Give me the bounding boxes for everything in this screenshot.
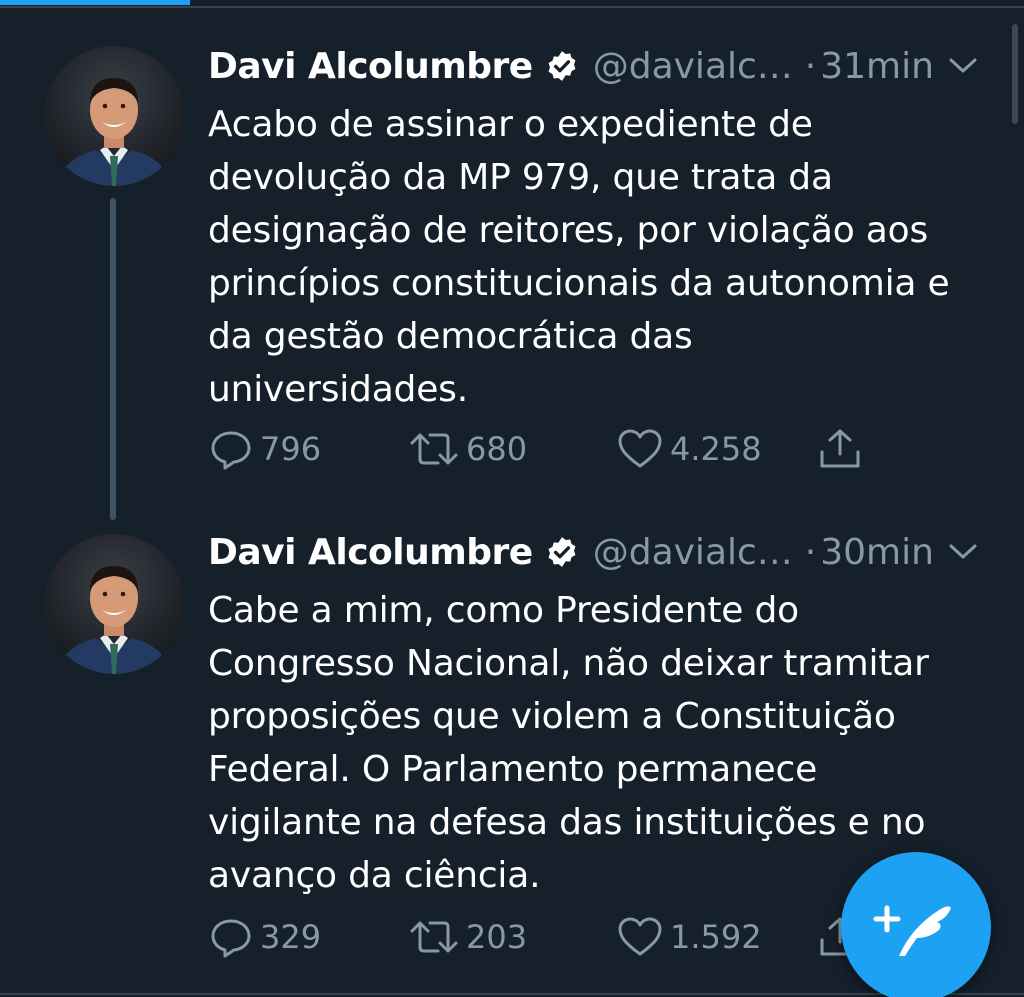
avatar[interactable] bbox=[44, 46, 184, 186]
share-button[interactable] bbox=[816, 424, 864, 474]
verified-badge-icon bbox=[548, 537, 576, 567]
reply-button[interactable]: 329 bbox=[208, 912, 321, 962]
top-divider bbox=[0, 6, 1024, 8]
reply-button[interactable]: 796 bbox=[208, 424, 321, 474]
share-icon bbox=[820, 429, 860, 468]
tweet-actions: 329 203 1.592 bbox=[208, 912, 908, 962]
retweet-button[interactable]: 680 bbox=[408, 424, 527, 474]
portrait-avatar-icon bbox=[44, 46, 184, 186]
author-display-name[interactable]: Davi Alcolumbre bbox=[208, 46, 533, 87]
tweet-actions: 796 680 4.258 bbox=[208, 424, 908, 474]
chevron-down-icon[interactable] bbox=[946, 540, 980, 564]
retweet-icon bbox=[410, 921, 458, 953]
like-count: 4.258 bbox=[670, 430, 762, 468]
heart-icon bbox=[618, 429, 662, 468]
retweet-icon bbox=[410, 433, 458, 465]
avatar[interactable] bbox=[44, 534, 184, 674]
twitter-thread-screen: Davi Alcolumbre @davialc… · 31min Acabo … bbox=[0, 0, 1024, 997]
author-handle[interactable]: @davialc… bbox=[593, 532, 793, 573]
chevron-down-icon[interactable] bbox=[946, 54, 980, 78]
like-button[interactable]: 1.592 bbox=[616, 912, 762, 962]
tweet-header: Davi Alcolumbre @davialc… · 31min bbox=[208, 44, 998, 88]
scrollbar[interactable] bbox=[1012, 24, 1018, 124]
reply-count: 796 bbox=[260, 430, 322, 468]
reply-icon bbox=[211, 919, 251, 958]
tweet-header: Davi Alcolumbre @davialc… · 30min bbox=[208, 530, 998, 574]
reply-count: 329 bbox=[260, 918, 322, 956]
compose-tweet-button[interactable] bbox=[841, 852, 991, 997]
retweet-count: 203 bbox=[466, 918, 528, 956]
like-button[interactable]: 4.258 bbox=[616, 424, 762, 474]
tweet-text: Acabo de assinar o expediente de devoluç… bbox=[208, 104, 950, 410]
reply-icon bbox=[211, 431, 251, 470]
tweet-timestamp[interactable]: 31min bbox=[820, 46, 934, 87]
author-handle[interactable]: @davialc… bbox=[593, 46, 793, 87]
thread-connector-line bbox=[110, 198, 116, 520]
author-display-name[interactable]: Davi Alcolumbre bbox=[208, 532, 533, 573]
heart-icon bbox=[618, 917, 662, 956]
time-separator: · bbox=[804, 45, 817, 87]
tweet-timestamp[interactable]: 30min bbox=[820, 532, 934, 573]
retweet-count: 680 bbox=[466, 430, 528, 468]
portrait-avatar-icon bbox=[44, 534, 184, 674]
time-separator: · bbox=[804, 531, 817, 573]
verified-badge-icon bbox=[548, 51, 576, 81]
like-count: 1.592 bbox=[670, 918, 762, 956]
loading-progress-bar bbox=[0, 0, 190, 5]
compose-tweet-icon bbox=[873, 905, 951, 956]
retweet-button[interactable]: 203 bbox=[408, 912, 527, 962]
